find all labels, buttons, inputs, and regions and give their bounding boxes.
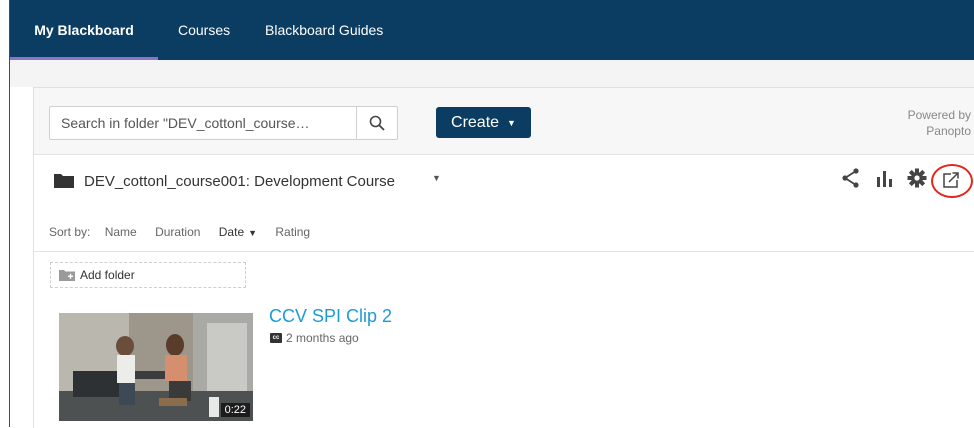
search-box bbox=[49, 106, 398, 140]
sort-label: Sort by: bbox=[49, 225, 91, 239]
powered-by-line1: Powered by bbox=[907, 108, 971, 122]
session-thumbnail[interactable]: 0:22 bbox=[59, 313, 253, 421]
add-folder-label: Add folder bbox=[80, 268, 135, 282]
folder-title[interactable]: DEV_cottonl_course001: Development Cours… bbox=[84, 173, 395, 190]
divider bbox=[34, 251, 974, 252]
share-icon[interactable] bbox=[841, 167, 861, 189]
stats-icon[interactable] bbox=[876, 167, 894, 189]
popout-icon[interactable] bbox=[943, 172, 959, 188]
nav-courses[interactable]: Courses bbox=[178, 0, 230, 57]
create-label: Create bbox=[451, 113, 500, 131]
cc-icon: cc bbox=[270, 333, 282, 343]
create-button[interactable]: Create ▼ bbox=[436, 107, 531, 138]
search-icon bbox=[369, 115, 385, 131]
powered-by: Powered by Panopto bbox=[908, 107, 971, 139]
sort-bar: Sort by: Name Duration Date ▼ Rating bbox=[49, 225, 325, 239]
sort-duration[interactable]: Duration bbox=[155, 225, 200, 239]
folder-header: DEV_cottonl_course001: Development Cours… bbox=[34, 154, 974, 204]
panopto-panel: Create ▼ Powered by Panopto DEV_cottonl_… bbox=[33, 87, 974, 428]
session-date: 2 months ago bbox=[286, 331, 359, 345]
sort-rating[interactable]: Rating bbox=[275, 225, 310, 239]
powered-by-line2: Panopto bbox=[926, 124, 971, 138]
panopto-toolbar: Create ▼ Powered by Panopto bbox=[34, 88, 974, 155]
sort-direction-icon: ▼ bbox=[248, 228, 258, 238]
duration-badge: 0:22 bbox=[220, 403, 250, 417]
folder-dropdown-icon[interactable]: ▼ bbox=[432, 173, 441, 183]
search-button[interactable] bbox=[356, 107, 397, 139]
sort-date-label: Date bbox=[218, 225, 245, 239]
nav-blackboard-guides[interactable]: Blackboard Guides bbox=[265, 0, 383, 57]
content-header-band bbox=[10, 60, 974, 87]
gear-icon[interactable] bbox=[907, 167, 927, 189]
session-title[interactable]: CCV SPI Clip 2 bbox=[269, 306, 392, 327]
add-folder-icon bbox=[59, 270, 75, 281]
chevron-down-icon: ▼ bbox=[507, 117, 516, 128]
add-folder-button[interactable]: Add folder bbox=[50, 262, 246, 288]
folder-icon bbox=[54, 174, 74, 188]
sort-date[interactable]: Date ▼ bbox=[219, 225, 257, 239]
popout-highlight bbox=[931, 164, 973, 198]
nav-my-blackboard[interactable]: My Blackboard bbox=[10, 0, 158, 60]
top-navigation: My Blackboard Courses Blackboard Guides bbox=[10, 0, 974, 60]
search-input[interactable] bbox=[50, 107, 350, 139]
sort-name[interactable]: Name bbox=[105, 225, 137, 239]
